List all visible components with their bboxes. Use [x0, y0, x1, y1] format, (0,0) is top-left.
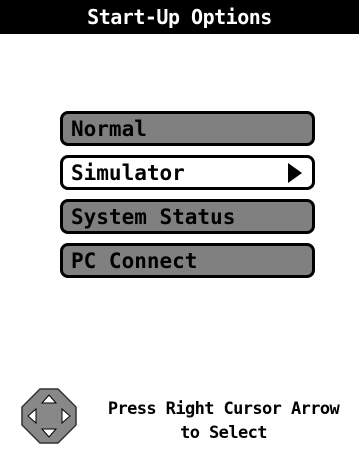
menu-item-simulator[interactable]: Simulator — [60, 155, 315, 190]
menu-item-system-status[interactable]: System Status — [60, 199, 315, 234]
menu-item-normal[interactable]: Normal — [60, 111, 315, 146]
right-arrow-icon — [288, 162, 302, 183]
menu-item-label: Simulator — [71, 160, 185, 185]
directional-pad-icon — [20, 387, 78, 445]
instruction-text: Press Right Cursor Arrow to Select — [88, 397, 359, 445]
menu-item-label: System Status — [71, 204, 236, 229]
menu-item-label: Normal — [71, 116, 147, 141]
title-bar: Start-Up Options — [0, 0, 359, 34]
instruction-line-2: to Select — [180, 423, 267, 443]
instruction-line-1: Press Right Cursor Arrow — [107, 399, 340, 419]
menu-item-pc-connect[interactable]: PC Connect — [60, 243, 315, 278]
page-title: Start-Up Options — [87, 5, 272, 29]
start-up-options-menu: Normal Simulator System Status PC Connec… — [60, 111, 315, 287]
menu-item-label: PC Connect — [71, 248, 198, 273]
